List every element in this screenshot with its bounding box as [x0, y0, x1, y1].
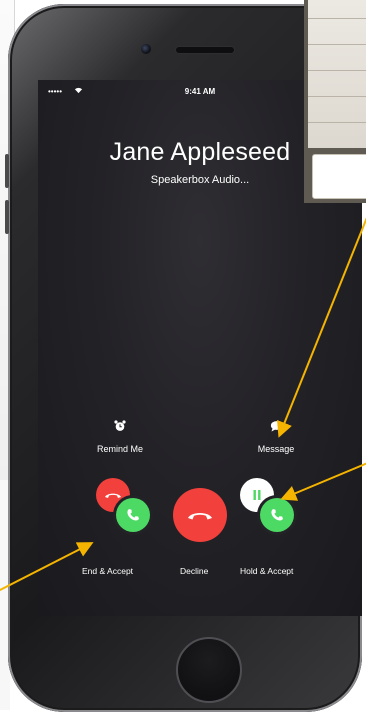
remind-me-label: Remind Me — [96, 444, 143, 454]
alarm-clock-icon — [78, 420, 162, 434]
list-divider — [308, 96, 366, 97]
speech-bubble-icon — [234, 420, 318, 434]
hold-and-accept-label: Hold & Accept — [240, 566, 294, 576]
list-divider — [308, 18, 366, 19]
decline-button[interactable]: Decline — [168, 478, 232, 588]
end-and-accept-label: End & Accept — [82, 566, 134, 576]
message-options-list — [308, 0, 366, 148]
accept-call-circle — [116, 498, 150, 532]
phone-hangup-icon — [188, 512, 212, 520]
decline-label: Decline — [180, 566, 209, 576]
message-option[interactable]: Message — [234, 420, 318, 454]
phone-hangup-icon — [105, 493, 121, 498]
phone-icon — [271, 509, 283, 521]
message-label: Message — [257, 444, 295, 454]
end-and-accept-button[interactable]: End & Accept — [78, 478, 162, 588]
list-divider — [308, 70, 366, 71]
message-options-preview — [304, 0, 366, 203]
home-button[interactable] — [176, 637, 242, 703]
accept-call-circle — [260, 498, 294, 532]
list-divider — [308, 44, 366, 45]
earpiece-speaker — [176, 47, 234, 53]
volume-button — [5, 200, 9, 234]
decline-circle — [173, 488, 227, 542]
remind-me-option[interactable]: Remind Me — [78, 420, 162, 454]
list-divider — [308, 122, 366, 123]
custom-message-box — [312, 154, 366, 199]
volume-button — [5, 154, 9, 188]
hold-and-accept-button[interactable]: Hold & Accept — [238, 478, 322, 588]
pause-icon — [253, 490, 261, 500]
phone-icon — [127, 509, 139, 521]
front-camera — [141, 44, 151, 54]
